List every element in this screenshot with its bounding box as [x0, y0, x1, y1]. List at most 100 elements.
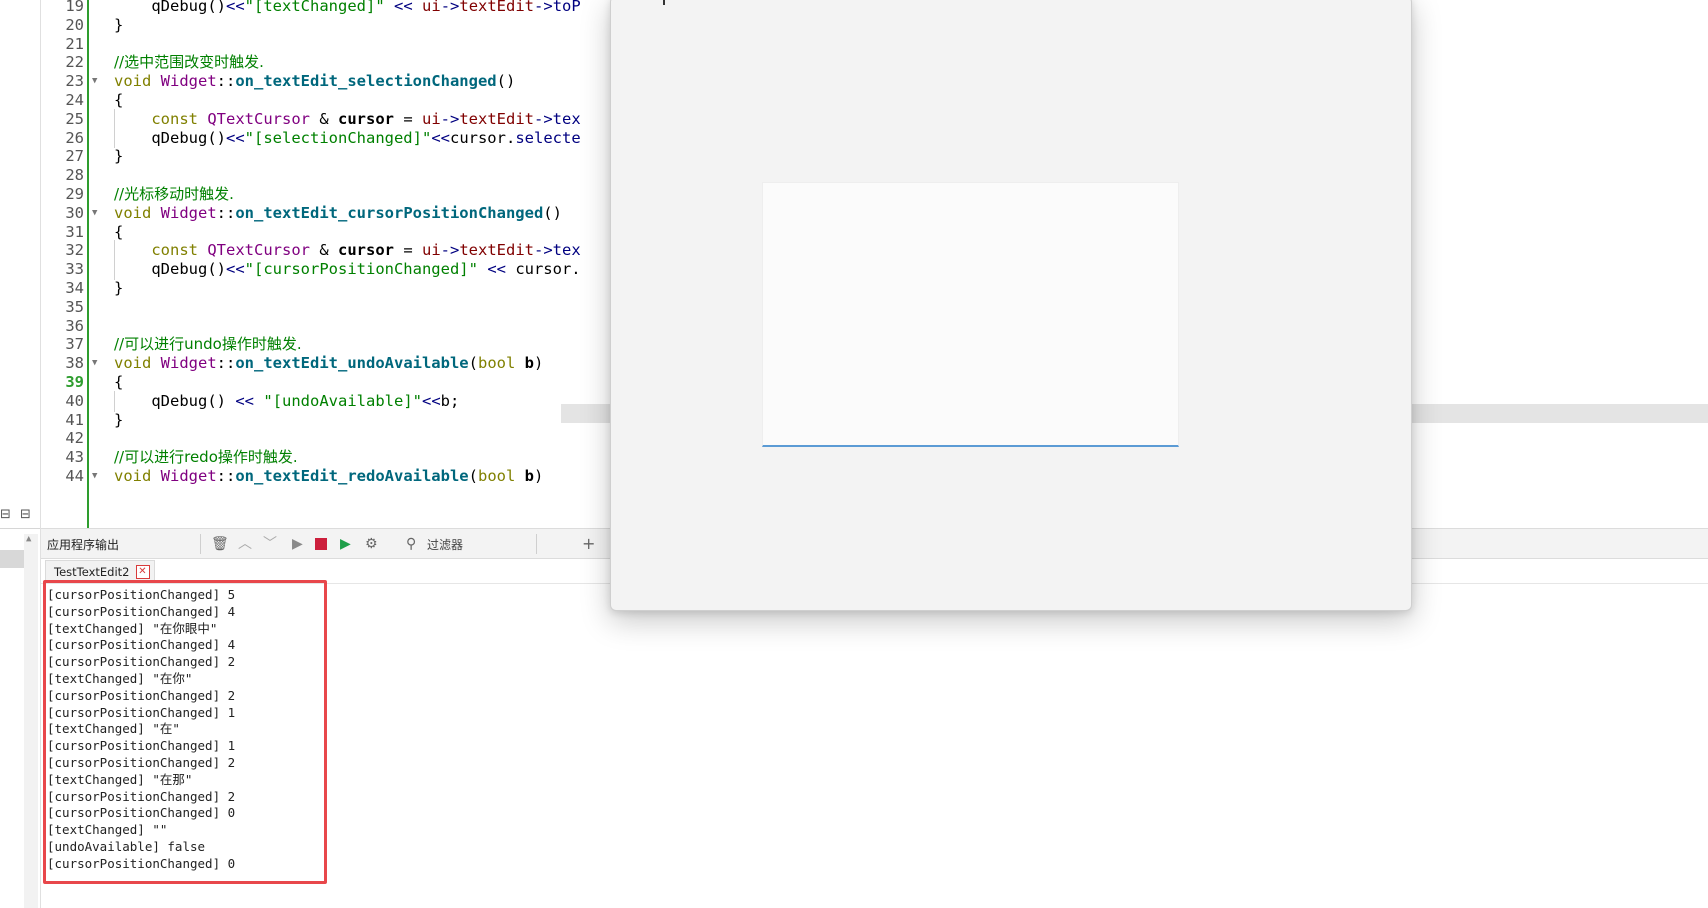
code-token: Widget	[160, 203, 217, 222]
line-number: 21	[65, 34, 84, 53]
plus-icon[interactable]: +	[582, 535, 595, 553]
code-token: {	[114, 373, 124, 391]
code-token: ->	[534, 109, 553, 128]
code-token: //可以进行undo操作时触发.	[114, 335, 302, 354]
code-token: =	[394, 109, 422, 128]
fold-chevron-icon[interactable]: ▼	[92, 203, 97, 223]
code-token: "[undoAvailable]"	[263, 391, 422, 410]
code-token: ui	[422, 109, 441, 128]
code-text: //选中范围改变时触发.	[114, 52, 264, 72]
text-edit-field[interactable]	[762, 182, 1179, 447]
code-token: textEdit	[459, 109, 534, 128]
code-text: }	[114, 146, 123, 166]
code-token: ->	[440, 241, 460, 260]
code-token: ::	[216, 203, 236, 222]
code-token: ->	[534, 0, 553, 15]
run-icon[interactable]: ▶	[292, 535, 303, 553]
annotation-highlight-box	[43, 580, 327, 884]
code-text: //可以进行redo操作时触发.	[114, 447, 298, 467]
line-number: 26	[65, 128, 84, 147]
code-token: cursor.	[505, 260, 581, 279]
code-token: const	[151, 109, 198, 128]
code-token: }	[114, 410, 124, 429]
sidebar-selected-item[interactable]	[0, 550, 24, 568]
text-cursor	[663, 0, 665, 5]
code-token: <<	[226, 0, 245, 15]
code-token: qDebug	[151, 128, 208, 147]
code-token: void	[114, 467, 152, 485]
line-number: 30	[65, 203, 84, 222]
code-token: ->	[534, 241, 553, 260]
stop-icon[interactable]	[315, 538, 327, 550]
line-number: 20	[65, 15, 84, 34]
trash-icon[interactable]: 🗑	[211, 535, 229, 553]
code-token: "[cursorPositionChanged]"	[244, 260, 478, 279]
code-token: textEdit	[459, 241, 534, 260]
code-token: ui	[422, 0, 441, 15]
code-token: on_textEdit_undoAvailable	[235, 354, 469, 373]
code-text: const QTextCursor & cursor = ui->textEdi…	[114, 109, 580, 129]
debug-run-icon[interactable]: ▶	[340, 535, 351, 553]
line-number: 35	[65, 297, 84, 316]
sidebar-scrollbar[interactable]: ▲	[24, 534, 38, 908]
app-window[interactable]	[610, 0, 1412, 611]
line-number: 22	[65, 53, 84, 72]
code-token: ()	[543, 203, 562, 222]
line-number: 34	[65, 279, 84, 297]
code-token: <<	[226, 128, 245, 147]
line-number: 25	[65, 109, 84, 128]
code-token: ::	[216, 72, 236, 91]
arrow-down-icon[interactable]: ﹀	[263, 535, 277, 553]
save-icon[interactable]: ⊟	[20, 507, 31, 522]
code-token: <<	[235, 391, 255, 410]
code-token: void	[114, 72, 152, 91]
code-token: cursor	[449, 128, 506, 147]
code-token: on_textEdit_cursorPositionChanged	[235, 203, 544, 222]
line-number: 42	[65, 429, 84, 448]
code-token: ui	[422, 241, 441, 260]
split-view-icon[interactable]: ⊟	[0, 507, 11, 522]
search-icon[interactable]: ⚲	[406, 535, 416, 553]
indent-guide	[114, 108, 115, 149]
code-token: Widget	[160, 354, 217, 373]
line-number: 44	[65, 467, 84, 485]
fold-chevron-icon[interactable]: ▼	[92, 353, 97, 373]
fold-chevron-icon[interactable]: ▼	[92, 466, 97, 486]
fold-chevron-icon[interactable]: ▼	[92, 71, 97, 91]
code-token: b	[524, 354, 534, 373]
code-text: {	[114, 222, 123, 242]
code-token: ()	[496, 72, 516, 91]
code-token: b;	[440, 391, 460, 410]
code-token: <<	[422, 391, 441, 410]
code-token: }	[114, 279, 124, 297]
code-token: Widget	[160, 467, 217, 485]
code-text: const QTextCursor & cursor = ui->textEdi…	[114, 240, 580, 260]
arrow-up-icon[interactable]: ︿	[238, 535, 252, 553]
code-token: ->	[440, 0, 460, 15]
line-number: 31	[65, 222, 84, 241]
filter-input[interactable]: 过滤器	[427, 536, 463, 553]
code-text: qDebug() << "[undoAvailable]"<<b;	[114, 391, 459, 411]
code-text: qDebug()<<"[selectionChanged]"<<cursor.s…	[114, 128, 580, 148]
code-token: void	[114, 203, 152, 222]
code-token: //光标移动时触发.	[114, 185, 234, 203]
code-token: QTextCursor	[207, 109, 310, 128]
line-number: 43	[65, 448, 84, 467]
close-icon[interactable]: ✕	[135, 565, 150, 579]
code-token: ()	[207, 0, 226, 15]
code-token: ::	[216, 467, 236, 485]
code-token: const	[151, 241, 198, 260]
gear-icon[interactable]: ⚙	[365, 535, 378, 553]
modified-lines-marker	[87, 0, 89, 528]
line-number: 38	[65, 354, 84, 373]
code-text: //光标移动时触发.	[114, 184, 234, 204]
code-token: on_textEdit_redoAvailable	[235, 467, 469, 485]
